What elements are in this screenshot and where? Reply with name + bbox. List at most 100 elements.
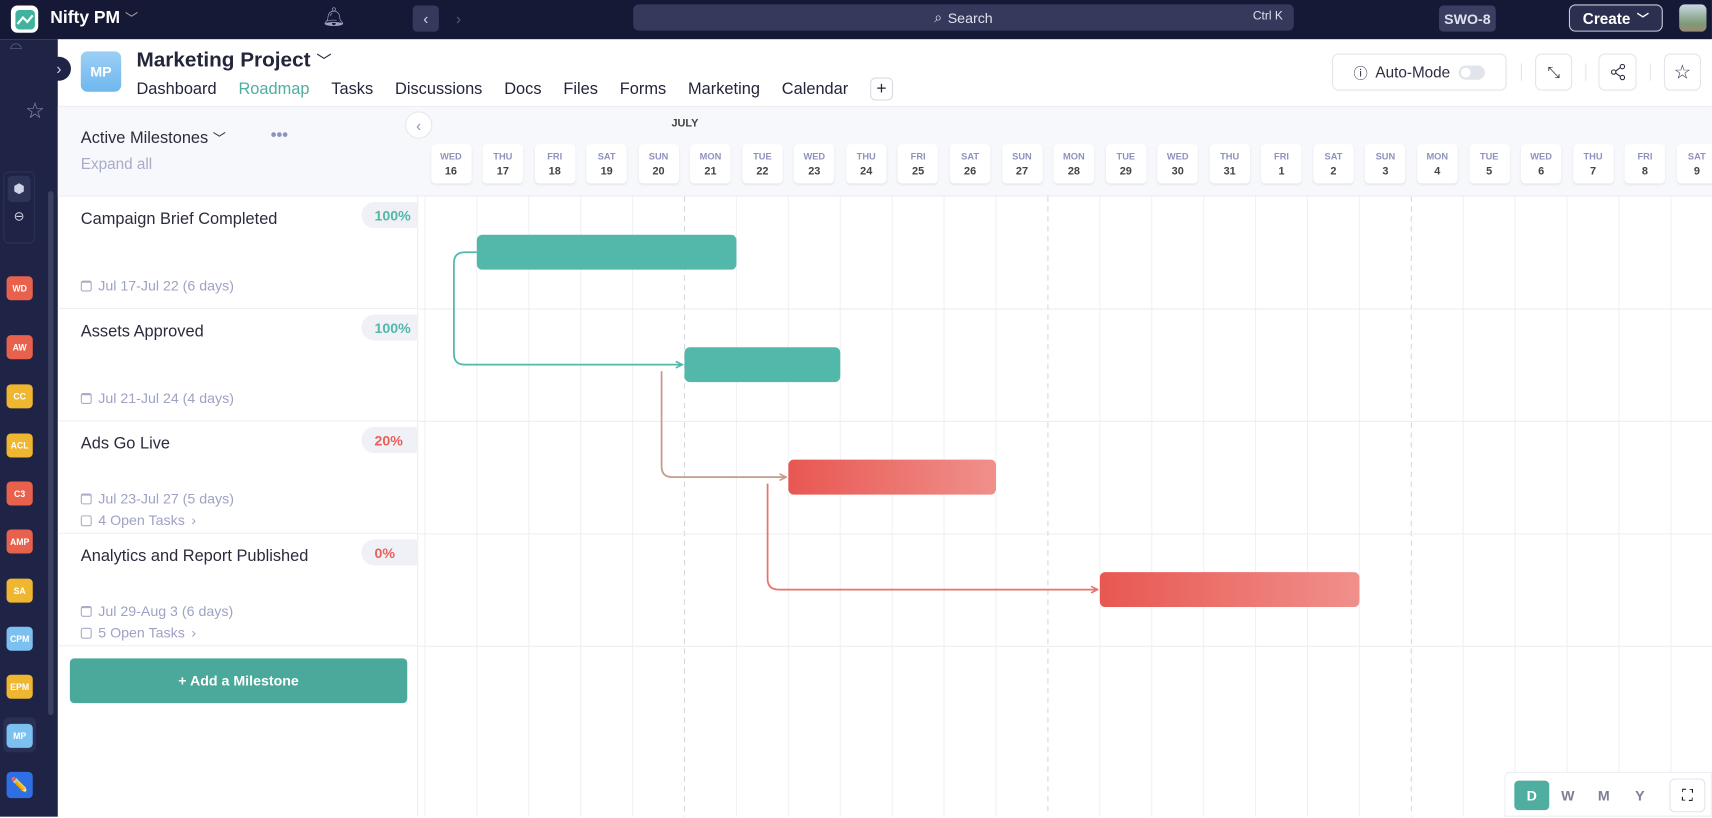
milestones-panel-header: Active Milestones ﹀ ••• Expand all <box>57 106 419 197</box>
divider <box>1649 63 1651 81</box>
task-list-icon <box>80 627 92 639</box>
sidebar-project-mp[interactable]: MP <box>6 723 33 748</box>
chevron-down-icon: ﹀ <box>1636 12 1649 26</box>
tab-discussions[interactable]: Discussions <box>395 80 482 101</box>
milestone-name[interactable]: Assets Approved <box>81 322 204 341</box>
milestone-bar[interactable] <box>684 347 841 383</box>
pencil-notebook-icon[interactable]: ✏️ <box>6 771 33 799</box>
back-button[interactable]: ‹ <box>412 5 439 32</box>
add-milestone-button[interactable]: + Add a Milestone <box>69 658 408 704</box>
divider <box>1520 63 1522 81</box>
search-shortcut: Ctrl K <box>1252 9 1283 23</box>
sidebar-scrollbar[interactable] <box>48 191 54 716</box>
sidebar-project-epm[interactable]: EPM <box>6 674 33 699</box>
star-icon: ☆ <box>1673 60 1692 83</box>
gantt-bars <box>453 234 1360 608</box>
open-tasks-link[interactable]: 4 Open Tasks › <box>80 512 197 529</box>
milestone-dates: Jul 29-Aug 3 (6 days) <box>80 603 233 619</box>
avatar[interactable] <box>1679 4 1707 32</box>
workspace-badge[interactable]: SWO-8 <box>1438 5 1496 32</box>
sidebar-project-acl[interactable]: ACL <box>6 433 33 458</box>
milestone-progress: 0% <box>361 539 419 566</box>
auto-mode-toggle[interactable]: ⓘ Auto-Mode <box>1331 53 1507 91</box>
tab-calendar[interactable]: Calendar <box>782 80 848 101</box>
sidebar-project-aw[interactable]: AW <box>6 335 33 360</box>
create-label: Create <box>1582 9 1631 27</box>
share-icon <box>1610 63 1625 81</box>
tab-dashboard[interactable]: Dashboard <box>136 80 216 101</box>
sidebar-project-cpm[interactable]: CPM <box>6 626 33 651</box>
milestone-bar[interactable] <box>788 459 996 495</box>
view-mode-w[interactable]: W <box>1550 781 1585 810</box>
toggle-switch[interactable] <box>1458 64 1486 80</box>
expand-all-link[interactable]: Expand all <box>81 155 152 172</box>
sidebar-tool-group: ⬢ ⊖ <box>3 171 35 244</box>
view-mode-d[interactable]: D <box>1514 780 1550 811</box>
sidebar-project-wd[interactable]: WD <box>6 276 33 301</box>
project-title-text: Marketing Project <box>136 49 311 73</box>
tab-marketing[interactable]: Marketing <box>688 80 760 101</box>
milestone-name[interactable]: Campaign Brief Completed <box>81 210 278 229</box>
sidebar-project-amp[interactable]: AMP <box>6 529 33 554</box>
chat-icon[interactable]: ⊖ <box>4 209 33 224</box>
task-list-icon <box>80 514 92 526</box>
milestones-filter-dropdown[interactable]: Active Milestones ﹀ <box>81 129 226 148</box>
calendar-icon <box>80 280 92 291</box>
collapse-arrows-icon: ⤡ <box>1547 62 1560 81</box>
tab-docs[interactable]: Docs <box>504 80 541 101</box>
view-mode-y[interactable]: Y <box>1622 781 1657 810</box>
milestone-name[interactable]: Analytics and Report Published <box>81 547 309 566</box>
tab-files[interactable]: Files <box>563 80 598 101</box>
milestone-date-range: Jul 23-Jul 27 (5 days) <box>98 490 234 507</box>
open-tasks-label: 5 Open Tasks <box>98 624 185 641</box>
add-tab-button[interactable]: + <box>870 77 893 101</box>
share-button[interactable] <box>1598 53 1637 91</box>
calendar-icon <box>80 492 92 504</box>
milestone-date-range: Jul 17-Jul 22 (6 days) <box>98 277 234 294</box>
calendar-icon <box>80 605 92 617</box>
forward-button[interactable]: › <box>445 5 471 31</box>
box-icon[interactable]: ⬢ <box>7 175 31 202</box>
chevron-down-icon: ﹀ <box>124 10 139 27</box>
view-mode-control: DWMY ⛶ <box>1504 771 1712 817</box>
favorite-button[interactable]: ☆ <box>1663 53 1702 91</box>
milestone-row[interactable]: Assets Approved 100% Jul 21-Jul 24 (4 days… <box>57 309 419 422</box>
view-mode-m[interactable]: M <box>1586 781 1621 810</box>
create-button[interactable]: Create ﹀ <box>1568 4 1663 32</box>
expand-sidebar-button[interactable]: › <box>46 56 71 81</box>
bell-icon[interactable]: 🔔︎ <box>322 7 346 29</box>
search-input[interactable]: ⌕ Search Ctrl K <box>633 4 1294 31</box>
nifty-logo-icon[interactable] <box>10 5 39 33</box>
tab-roadmap[interactable]: Roadmap <box>238 80 309 101</box>
open-tasks-label: 4 Open Tasks <box>98 512 185 529</box>
collapse-panel-button[interactable]: ‹ <box>405 111 433 139</box>
sidebar-project-cc[interactable]: CC <box>6 384 33 409</box>
search-icon: ⌕ <box>934 8 943 26</box>
milestone-dates: Jul 17-Jul 22 (6 days) <box>80 277 234 294</box>
project-avatar: MP <box>80 51 122 92</box>
milestone-bar[interactable] <box>476 234 737 270</box>
open-tasks-link[interactable]: 5 Open Tasks › <box>80 624 196 641</box>
milestone-row[interactable]: Analytics and Report Published 0% Jul 29-A… <box>57 534 419 647</box>
chevron-down-icon: ﹀ <box>212 131 226 147</box>
collapse-button[interactable]: ⤡ <box>1535 53 1573 91</box>
sidebar-project-sa[interactable]: SA <box>6 578 33 603</box>
star-icon[interactable]: ☆ <box>25 97 45 124</box>
milestone-row[interactable]: Ads Go Live 20% Jul 23-Jul 27 (5 days) 4 Op… <box>57 421 419 534</box>
dependency-connector <box>660 371 787 477</box>
milestone-date-range: Jul 21-Jul 24 (4 days) <box>98 389 234 407</box>
milestone-row[interactable]: Campaign Brief Completed 100% Jul 17-Jul 2… <box>57 197 419 309</box>
chevron-right-icon: › <box>191 512 197 529</box>
fullscreen-button[interactable]: ⛶ <box>1669 778 1706 813</box>
fullscreen-icon: ⛶ <box>1682 786 1693 804</box>
app-name[interactable]: Nifty PM ﹀ <box>50 9 138 29</box>
sidebar-project-c3[interactable]: C3 <box>6 481 33 506</box>
tab-forms[interactable]: Forms <box>620 80 666 101</box>
tab-tasks[interactable]: Tasks <box>331 80 373 101</box>
app-name-label: Nifty PM <box>50 8 121 28</box>
milestone-name[interactable]: Ads Go Live <box>81 435 170 454</box>
project-title[interactable]: Marketing Project ﹀ <box>136 49 331 73</box>
more-options-icon[interactable]: ••• <box>271 126 288 145</box>
inbox-icon[interactable]: ⌓ <box>10 35 22 54</box>
milestone-bar[interactable] <box>1099 572 1360 608</box>
